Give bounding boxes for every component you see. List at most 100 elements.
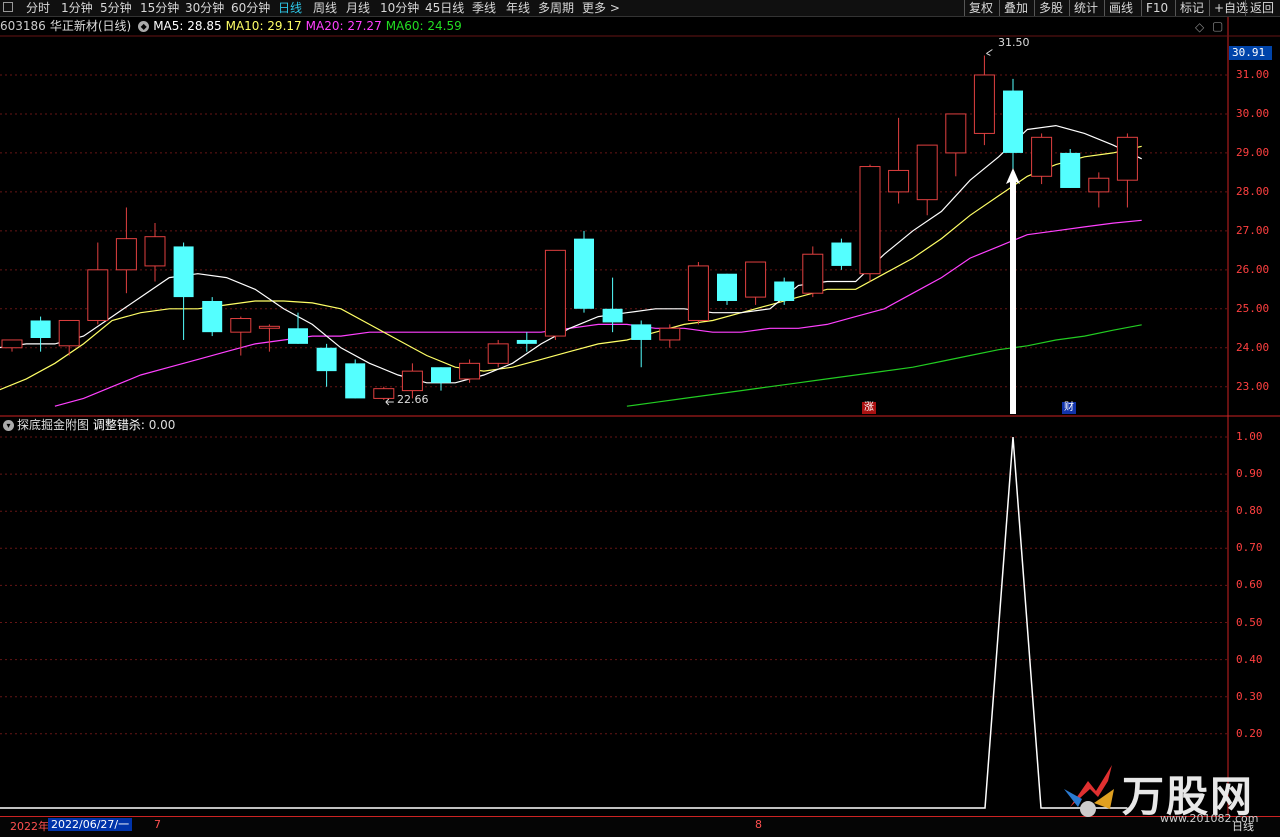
high-price-label: 31.50 bbox=[998, 36, 1030, 49]
period-toolbar: 分时 1分钟 5分钟 15分钟 30分钟 60分钟 日线 周线 月线 10分钟 45日线 季线 年线 多周… bbox=[0, 0, 1280, 17]
marker-cai[interactable]: 财 bbox=[1062, 402, 1076, 414]
toolbar-button-2[interactable]: 多股 bbox=[1034, 0, 1067, 16]
candle-body bbox=[602, 308, 623, 323]
ma20-line bbox=[54, 219, 1142, 407]
candle-body bbox=[888, 169, 910, 193]
candle bbox=[659, 324, 681, 348]
candle bbox=[173, 242, 194, 340]
candle-body bbox=[58, 319, 80, 347]
candle-body bbox=[487, 343, 509, 364]
candle-body bbox=[202, 300, 223, 333]
candle-body bbox=[574, 238, 594, 309]
indicator-tick-label: 0.60 bbox=[1236, 578, 1263, 592]
indicator-line bbox=[0, 436, 1128, 809]
stock-name[interactable]: 华正新材(日线) bbox=[50, 19, 131, 33]
indicator-tick-label: 0.20 bbox=[1236, 726, 1263, 740]
candle-body bbox=[173, 246, 194, 298]
period-tab-8[interactable]: 月线 bbox=[346, 0, 370, 16]
candle bbox=[373, 386, 395, 400]
indicator-tick-label: 0.90 bbox=[1236, 467, 1263, 481]
period-tab-2[interactable]: 5分钟 bbox=[100, 0, 132, 16]
candle bbox=[1060, 149, 1081, 188]
period-tab-9[interactable]: 10分钟 bbox=[380, 0, 419, 16]
toolbar-button-6[interactable]: 标记 bbox=[1175, 0, 1208, 16]
window-menu-icon[interactable] bbox=[3, 2, 13, 12]
stock-info-line: 603186 华正新材(日线) ◆ MA5: 28.85 MA10: 29.17 MA20… bbox=[0, 17, 466, 35]
ma10-label: MA10: 29.17 bbox=[225, 19, 302, 33]
candle-body bbox=[144, 236, 166, 267]
candle bbox=[58, 319, 80, 356]
candle bbox=[431, 367, 451, 391]
diamond-icon[interactable]: ◇ bbox=[1195, 20, 1204, 34]
indicator-param-value: 0.00 bbox=[148, 418, 176, 432]
indicator-title-line: ▾ 探底掘金附图 调整错杀: 0.00 bbox=[0, 417, 175, 433]
candle bbox=[345, 359, 366, 399]
candle-body bbox=[659, 327, 681, 341]
low-marker-arrow bbox=[385, 398, 394, 406]
settings-toggle-icon[interactable]: ◆ bbox=[138, 21, 150, 32]
indicator-tick-label: 0.40 bbox=[1236, 652, 1263, 666]
candle-body bbox=[631, 324, 652, 340]
candle bbox=[774, 277, 795, 305]
period-tab-12[interactable]: 年线 bbox=[506, 0, 530, 16]
toolbar-button-0[interactable]: 复权 bbox=[964, 0, 997, 16]
candle bbox=[1003, 78, 1023, 173]
period-tab-0[interactable]: 分时 bbox=[26, 0, 50, 16]
signal-up-arrow bbox=[1006, 168, 1020, 414]
candle-body bbox=[373, 388, 395, 399]
indicator-name[interactable]: 探底掘金附图 bbox=[17, 418, 89, 432]
period-tab-6[interactable]: 日线 bbox=[278, 0, 302, 16]
candle bbox=[687, 262, 709, 325]
candle-body bbox=[1060, 152, 1081, 188]
candle bbox=[945, 113, 967, 177]
candle-body bbox=[831, 242, 852, 266]
candle bbox=[831, 238, 852, 270]
candle-body bbox=[1088, 177, 1110, 193]
candle-body bbox=[1, 339, 23, 349]
candle-body bbox=[401, 370, 423, 392]
candle-body bbox=[1031, 136, 1053, 177]
candle bbox=[144, 223, 166, 282]
period-tab-1[interactable]: 1分钟 bbox=[61, 0, 93, 16]
candle bbox=[602, 277, 623, 333]
candle bbox=[202, 297, 223, 337]
candle bbox=[487, 339, 509, 368]
price-chart[interactable] bbox=[0, 0, 1280, 836]
period-tab-4[interactable]: 30分钟 bbox=[185, 0, 224, 16]
toolbar-button-1[interactable]: 叠加 bbox=[999, 0, 1032, 16]
candle bbox=[802, 246, 824, 298]
candle-body bbox=[316, 347, 337, 372]
candle-body bbox=[945, 113, 967, 154]
period-tab-13[interactable]: 多周期 bbox=[538, 0, 574, 16]
candle-body bbox=[544, 249, 566, 337]
toolbar-button-4[interactable]: 画线 bbox=[1104, 0, 1137, 16]
ma60-line bbox=[626, 324, 1142, 407]
period-tab-14[interactable]: 更多 > bbox=[582, 0, 620, 16]
candle bbox=[1031, 133, 1053, 185]
period-tab-5[interactable]: 60分钟 bbox=[231, 0, 270, 16]
period-tab-3[interactable]: 15分钟 bbox=[140, 0, 179, 16]
watermark: 万股网 www.201082.com bbox=[1060, 755, 1280, 836]
candle bbox=[544, 249, 566, 340]
marker-zhang[interactable]: 涨 bbox=[862, 402, 876, 414]
candle-body bbox=[459, 362, 481, 380]
wangu-logo-icon bbox=[1064, 765, 1114, 817]
indicator-toggle-icon[interactable]: ▾ bbox=[3, 420, 14, 431]
high-marker-arrow bbox=[986, 49, 993, 56]
candle-body bbox=[1003, 90, 1023, 153]
collapse-icon[interactable]: ▢ bbox=[1212, 19, 1223, 33]
toolbar-button-3[interactable]: 统计 bbox=[1069, 0, 1102, 16]
candle bbox=[258, 324, 280, 352]
candle bbox=[459, 359, 481, 383]
candle bbox=[230, 316, 252, 356]
candle bbox=[745, 261, 767, 305]
period-tab-10[interactable]: 45日线 bbox=[425, 0, 464, 16]
candle-body bbox=[230, 318, 252, 333]
period-tab-11[interactable]: 季线 bbox=[472, 0, 496, 16]
period-tab-7[interactable]: 周线 bbox=[313, 0, 337, 16]
candle-body bbox=[687, 265, 709, 321]
cursor-date-box: 2022/06/27/一 bbox=[48, 818, 133, 831]
candle-body bbox=[1116, 136, 1138, 181]
toolbar-button-5[interactable]: F10 bbox=[1141, 0, 1172, 16]
indicator-tick-label: 0.80 bbox=[1236, 504, 1263, 518]
